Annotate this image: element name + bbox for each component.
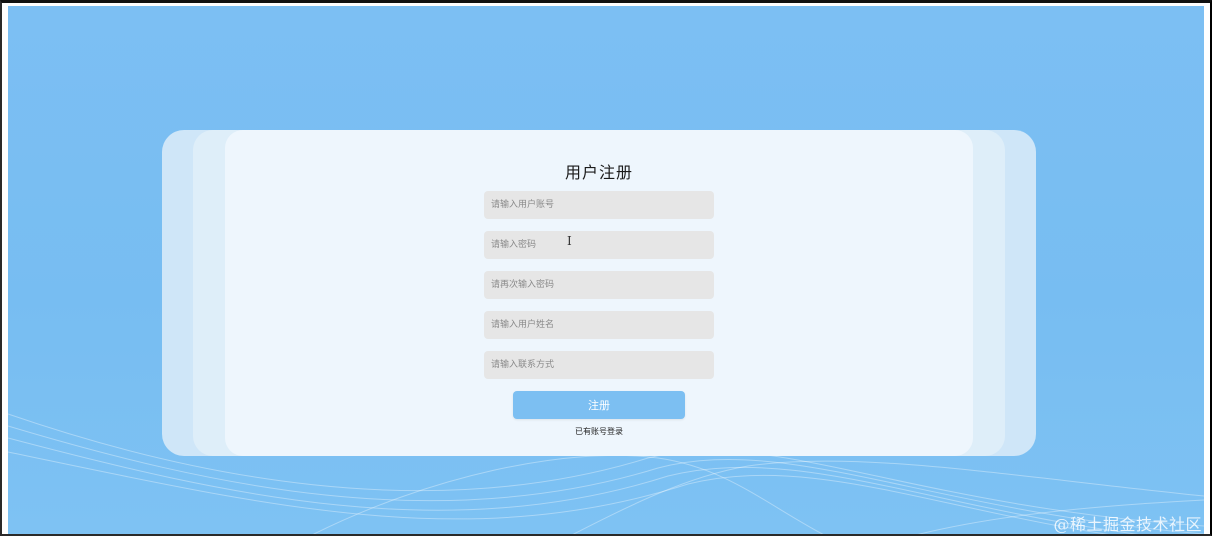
username-input[interactable] [484,191,714,219]
confirm-password-input[interactable] [484,271,714,299]
watermark-text: @稀土掘金技术社区 [1053,515,1202,534]
register-title: 用户注册 [564,163,633,182]
contact-input[interactable] [484,351,714,379]
browser-viewport: 用户注册 I 注册 已有账号登录 @稀土掘金技术社区 [0,0,1212,536]
register-button[interactable]: 注册 [513,391,685,419]
password-input[interactable] [484,231,714,259]
full-name-input[interactable] [484,311,714,339]
login-link[interactable]: 已有账号登录 [513,426,685,437]
text-cursor-icon: I [567,234,572,248]
